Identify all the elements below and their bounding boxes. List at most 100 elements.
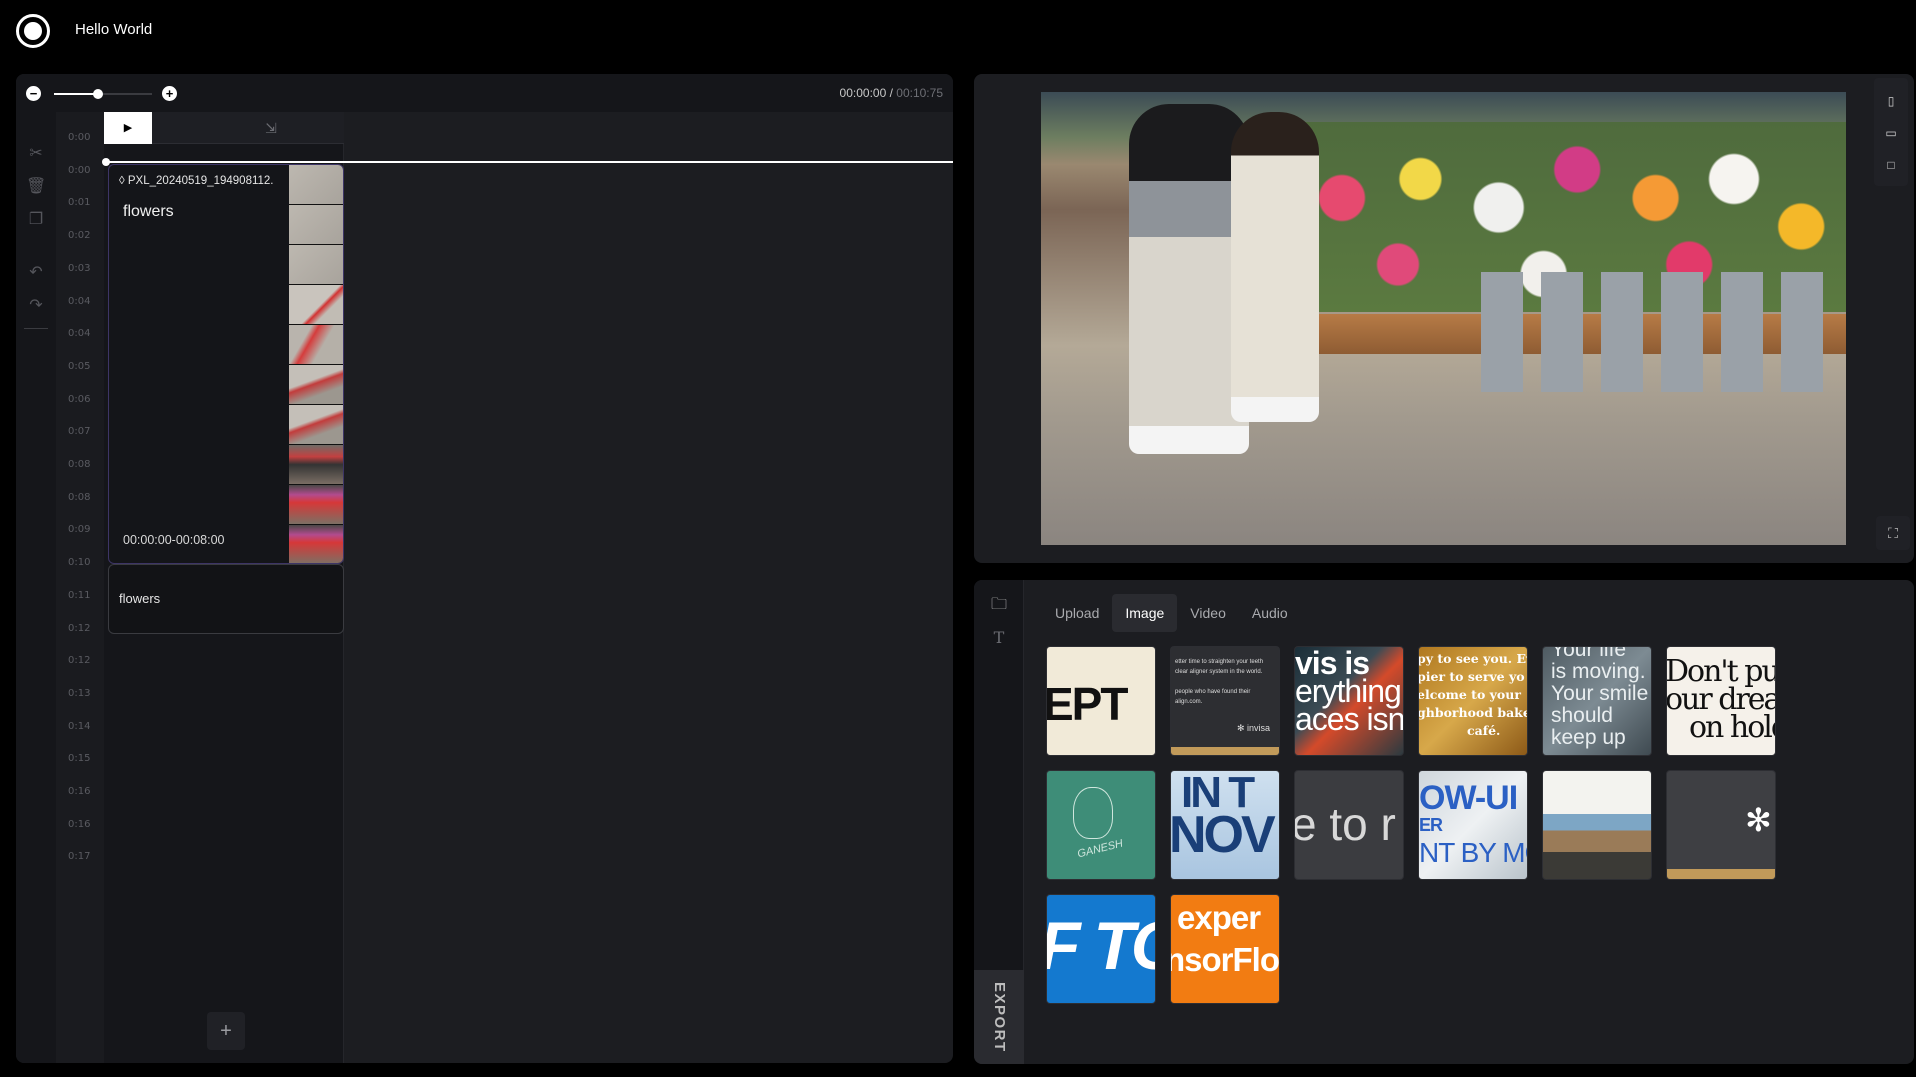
image-thumbnail[interactable]: OW-UI ER NT BY MC: [1418, 770, 1528, 880]
image-thumbnail[interactable]: vis is erything aces isn: [1294, 646, 1404, 756]
export-label: EXPORT: [991, 982, 1008, 1053]
timecode-display: 00:00:00 / 00:10:75: [840, 86, 943, 100]
ruler-tick-label: 0:07: [68, 426, 91, 438]
playhead-line[interactable]: [104, 161, 953, 163]
text-clip[interactable]: flowers: [108, 564, 344, 634]
image-thumbnail[interactable]: exper nsorFlo: [1170, 894, 1280, 1004]
tab-audio[interactable]: Audio: [1239, 594, 1301, 632]
thumbnail-text: e to r: [1294, 798, 1396, 850]
thumbnail-text: pier to serve yo: [1418, 669, 1525, 684]
image-thumbnail[interactable]: GANESH: [1046, 770, 1156, 880]
image-thumbnail[interactable]: py to see you. Ev pier to serve yo elcom…: [1418, 646, 1528, 756]
duplicate-icon[interactable]: ❐: [26, 210, 46, 230]
track-header: ⇲: [152, 112, 344, 144]
tab-image[interactable]: Image: [1112, 594, 1178, 632]
thumbnail-text: café.: [1467, 723, 1501, 738]
text-tool-icon[interactable]: T: [989, 628, 1009, 648]
ruler-tick-label: 0:04: [68, 295, 91, 307]
thumbnail-text: ghborhood bake: [1418, 705, 1528, 720]
ruler-tick-label: 0:16: [68, 818, 91, 830]
timecode-separator: /: [886, 86, 897, 100]
tab-video[interactable]: Video: [1177, 594, 1239, 632]
preview-panel: ▯ ▭ □ ⛶: [974, 74, 1914, 563]
add-track-button[interactable]: +: [207, 1012, 245, 1050]
clip-frame: [289, 365, 343, 405]
thumbnail-text: keep up: [1551, 726, 1626, 749]
fit-to-screen-icon[interactable]: ⛶: [1876, 516, 1910, 550]
ruler-tick-label: 0:14: [68, 720, 91, 732]
clip-time-range: 00:00:00-00:08:00: [123, 533, 225, 547]
undo-icon[interactable]: ↶: [26, 263, 46, 283]
trash-icon[interactable]: 🗑: [26, 177, 46, 197]
clip-frame: [289, 485, 343, 525]
image-thumbnail[interactable]: F TO: [1046, 894, 1156, 1004]
media-sidebar: 🗀 T EXPORT: [974, 580, 1024, 1064]
image-thumbnail[interactable]: IN T NOV: [1170, 770, 1280, 880]
square-ratio-icon[interactable]: □: [1878, 152, 1904, 178]
zoom-in-button[interactable]: +: [162, 86, 177, 101]
landscape-ratio-icon[interactable]: ▭: [1878, 120, 1904, 146]
clip-frame: [289, 325, 343, 365]
project-title[interactable]: Hello World: [75, 21, 152, 38]
image-thumbnail[interactable]: e to r: [1294, 770, 1404, 880]
ruler-tick-label: 0:11: [68, 589, 91, 601]
flower-buckets: [1481, 272, 1841, 392]
portrait-ratio-icon[interactable]: ▯: [1878, 88, 1904, 114]
timecode-current: 00:00:00: [839, 86, 887, 100]
ruler-tick-label: 0:13: [68, 687, 91, 699]
add-media-icon[interactable]: ⇲: [262, 119, 280, 137]
clip-frame: [289, 245, 343, 285]
thumbnail-text: people who have found their: [1175, 689, 1251, 695]
ruler-tick-label: 0:12: [68, 655, 91, 667]
tab-upload[interactable]: Upload: [1042, 594, 1112, 632]
clip-frame: [289, 165, 343, 205]
thumbnail-text: ✻ invisa: [1237, 723, 1271, 733]
edit-toolbar: ✂ 🗑 ❐ ↶ ↷: [16, 112, 56, 1063]
thumbnail-text: is moving.: [1551, 660, 1646, 683]
clip-frame: [289, 405, 343, 445]
thumbnail-text: aces isn: [1295, 701, 1404, 737]
clip-title: flowers: [123, 203, 174, 220]
image-thumbnail[interactable]: etter time to straighten your teeth clea…: [1170, 646, 1280, 756]
video-clip[interactable]: ◊ PXL_20240519_194908112. flowers 00:00:…: [108, 164, 344, 564]
video-preview-image[interactable]: [1041, 92, 1846, 545]
ruler-tick-label: 0:01: [68, 197, 91, 209]
ruler-tick-label: 0:15: [68, 753, 91, 765]
clip-frame: [289, 285, 343, 325]
zoom-slider-handle[interactable]: [93, 89, 104, 99]
ruler-tick-label: 0:03: [68, 262, 91, 274]
thumbnail-text: exper: [1177, 899, 1261, 936]
ruler-tick-label: 0:16: [68, 786, 91, 797]
image-thumbnail[interactable]: [1542, 770, 1652, 880]
toolbar-divider: [24, 328, 48, 329]
scissors-icon[interactable]: ✂: [26, 144, 46, 164]
timecode-total: 00:10:75: [896, 86, 943, 100]
clip-frame: [289, 445, 343, 485]
image-thumbnail[interactable]: EPT: [1046, 646, 1156, 756]
ruler-tick-label: 0:04: [68, 328, 91, 340]
top-bar: Hello World: [0, 0, 1916, 70]
image-thumbnail[interactable]: Don't pu our dream on hold.: [1666, 646, 1776, 756]
redo-icon[interactable]: ↷: [26, 296, 46, 316]
thumbnail-text: clear aligner system in the world.: [1175, 669, 1263, 675]
zoom-out-button[interactable]: −: [26, 86, 41, 101]
thumbnail-text: etter time to straighten your teeth: [1175, 659, 1264, 665]
thumbnail-text: GANESH: [1076, 837, 1125, 861]
thumbnail-text: Your smile: [1551, 682, 1649, 705]
time-ruler: 0:00 0:00 0:01 0:02 0:03 0:04 0:04 0:05 0:06 0:07…: [56, 112, 104, 1063]
ruler-tick-label: 0:09: [68, 524, 91, 536]
ruler-tick-label: 0:08: [68, 491, 91, 503]
image-thumbnail[interactable]: Your life is moving. Your smile should k…: [1542, 646, 1652, 756]
ruler-tick-label: 0:10: [68, 557, 91, 569]
zoom-slider[interactable]: [54, 89, 152, 99]
thumbnail-text: EPT: [1046, 678, 1128, 730]
app-logo-icon[interactable]: [16, 14, 50, 48]
play-button[interactable]: ▶: [104, 112, 152, 144]
image-thumbnail[interactable]: ✻: [1666, 770, 1776, 880]
thumbnail-text: F TO: [1047, 908, 1155, 984]
folder-icon[interactable]: 🗀: [989, 595, 1009, 615]
thumbnail-text: align.com.: [1175, 699, 1203, 705]
person-figure: [1231, 112, 1319, 422]
thumbnail-text: ER: [1419, 815, 1443, 835]
export-button[interactable]: EXPORT: [974, 970, 1024, 1064]
